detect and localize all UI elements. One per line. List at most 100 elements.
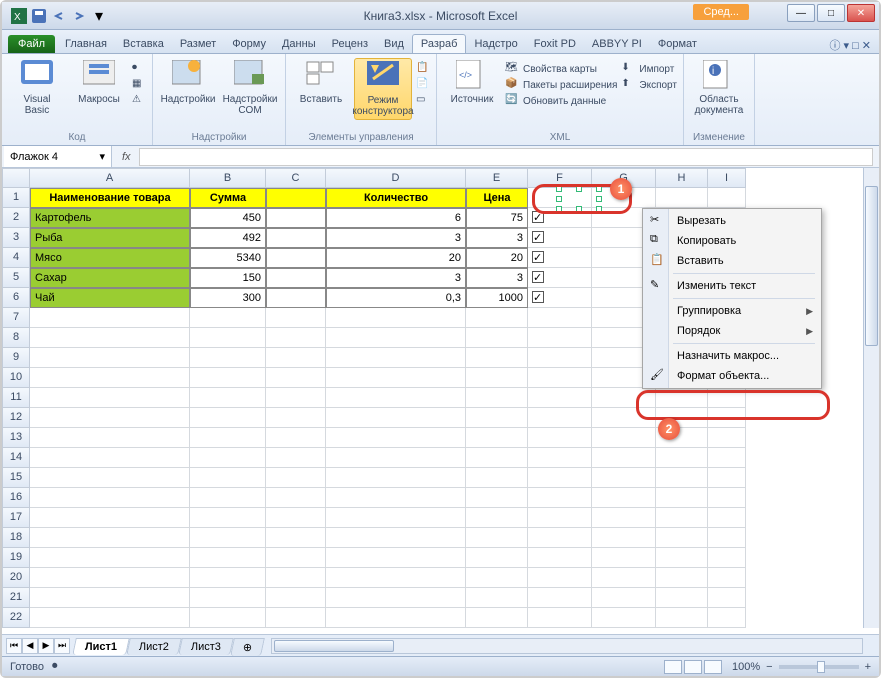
checkbox-row-2[interactable] [532,211,544,223]
cell-B15[interactable] [190,468,266,488]
cell-G13[interactable] [592,428,656,448]
cell-A11[interactable] [30,388,190,408]
cell-C19[interactable] [266,548,326,568]
sheet-tab-2[interactable]: Лист2 [126,638,182,655]
save-icon[interactable] [30,7,48,25]
row-header-13[interactable]: 13 [2,428,30,448]
cell-A6[interactable]: Чай [30,288,190,308]
cell-B21[interactable] [190,588,266,608]
cell-I14[interactable] [708,448,746,468]
cell-D13[interactable] [326,428,466,448]
view-code-button[interactable]: 📄 [416,78,430,92]
cell-B20[interactable] [190,568,266,588]
cell-A22[interactable] [30,608,190,628]
row-header-15[interactable]: 15 [2,468,30,488]
cell-E10[interactable] [466,368,528,388]
ctx-назначить-макрос-[interactable]: Назначить макрос... [645,346,819,366]
sheet-nav-first[interactable]: ⏮ [6,638,22,654]
cell-E18[interactable] [466,528,528,548]
cell-E8[interactable] [466,328,528,348]
maximize-button[interactable]: □ [817,4,845,22]
cell-I20[interactable] [708,568,746,588]
page-layout-view-button[interactable] [684,660,702,674]
row-header-7[interactable]: 7 [2,308,30,328]
col-header-E[interactable]: E [466,168,528,188]
cell-B5[interactable]: 150 [190,268,266,288]
page-break-view-button[interactable] [704,660,722,674]
addins-button[interactable]: Надстройки [159,58,217,107]
record-macro-button[interactable]: ⏺ [132,62,146,76]
cell-D10[interactable] [326,368,466,388]
cell-A5[interactable]: Сахар [30,268,190,288]
row-header-20[interactable]: 20 [2,568,30,588]
redo-icon[interactable] [70,7,88,25]
cell-E19[interactable] [466,548,528,568]
ctx-формат-объекта-[interactable]: 🖌Формат объекта... [645,366,819,386]
cell-C16[interactable] [266,488,326,508]
tab-abbyy[interactable]: ABBYY PI [584,35,650,53]
formula-input[interactable] [139,148,873,166]
addin-badge[interactable]: Сред... [693,4,749,20]
name-box[interactable]: Флажок 4▾ [4,146,112,167]
cell-I11[interactable] [708,388,746,408]
cell-B17[interactable] [190,508,266,528]
cell-E11[interactable] [466,388,528,408]
col-header-A[interactable]: A [30,168,190,188]
xml-source-button[interactable]: </> Источник [443,58,501,107]
cell-D17[interactable] [326,508,466,528]
cell-F13[interactable] [528,428,592,448]
cell-B2[interactable]: 450 [190,208,266,228]
design-mode-button[interactable]: Режим конструктора [354,58,412,120]
cell-C10[interactable] [266,368,326,388]
cell-C22[interactable] [266,608,326,628]
row-header-10[interactable]: 10 [2,368,30,388]
ctx-группировка[interactable]: Группировка▶ [645,301,819,321]
tab-data[interactable]: Данны [274,35,324,53]
sheet-tab-3[interactable]: Лист3 [178,638,234,655]
cell-F12[interactable] [528,408,592,428]
cell-D19[interactable] [326,548,466,568]
cell-G19[interactable] [592,548,656,568]
tab-layout[interactable]: Размет [172,35,224,53]
tab-format[interactable]: Формат [650,35,705,53]
cell-E15[interactable] [466,468,528,488]
cell-A19[interactable] [30,548,190,568]
cell-A3[interactable]: Рыба [30,228,190,248]
cell-A4[interactable]: Мясо [30,248,190,268]
cell-F17[interactable] [528,508,592,528]
cell-B8[interactable] [190,328,266,348]
cell-A17[interactable] [30,508,190,528]
cell-D1[interactable]: Количество [326,188,466,208]
cell-D5[interactable]: 3 [326,268,466,288]
row-header-12[interactable]: 12 [2,408,30,428]
cell-F19[interactable] [528,548,592,568]
col-header-I[interactable]: I [708,168,746,188]
cell-A21[interactable] [30,588,190,608]
cell-H19[interactable] [656,548,708,568]
checkbox-row-6[interactable] [532,291,544,303]
cell-E16[interactable] [466,488,528,508]
tab-developer[interactable]: Разраб [412,34,467,53]
cell-C20[interactable] [266,568,326,588]
macros-button[interactable]: Макросы [70,58,128,107]
cell-D16[interactable] [326,488,466,508]
cell-D4[interactable]: 20 [326,248,466,268]
row-header-9[interactable]: 9 [2,348,30,368]
zoom-in-button[interactable]: + [865,661,871,673]
tab-formulas[interactable]: Форму [224,35,274,53]
cell-A20[interactable] [30,568,190,588]
fx-icon[interactable]: fx [114,151,139,163]
row-header-8[interactable]: 8 [2,328,30,348]
cell-E21[interactable] [466,588,528,608]
cell-B19[interactable] [190,548,266,568]
cell-B22[interactable] [190,608,266,628]
cell-A7[interactable] [30,308,190,328]
cell-G20[interactable] [592,568,656,588]
cell-D8[interactable] [326,328,466,348]
cell-D7[interactable] [326,308,466,328]
sheet-nav-last[interactable]: ⏭ [54,638,70,654]
cell-C14[interactable] [266,448,326,468]
cell-G17[interactable] [592,508,656,528]
xml-export-button[interactable]: ⬆Экспорт [621,78,677,92]
cell-B6[interactable]: 300 [190,288,266,308]
